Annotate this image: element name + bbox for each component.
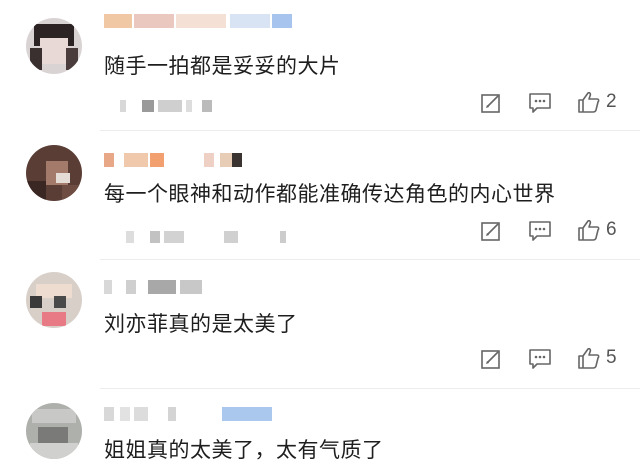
comment-text: 随手一拍都是妥妥的大片: [104, 54, 341, 78]
thumbs-up-icon: [577, 90, 601, 114]
like-count: 5: [606, 347, 617, 368]
comment-item: 随手一拍都是妥妥的大片 2: [0, 0, 640, 130]
reply-button[interactable]: [528, 92, 552, 114]
edit-icon: [480, 348, 502, 370]
like-count: 6: [606, 219, 617, 240]
edit-button[interactable]: [480, 220, 502, 242]
thumbs-up-icon: [577, 218, 601, 242]
like-button[interactable]: 2: [577, 90, 617, 114]
edit-icon: [480, 220, 502, 242]
comment-item: 刘亦菲真的是太美了 5: [0, 260, 640, 388]
edit-icon: [480, 92, 502, 114]
comment-item: 每一个眼神和动作都能准确传达角色的内心世界 6: [0, 131, 640, 259]
avatar[interactable]: [26, 18, 82, 74]
avatar[interactable]: [26, 272, 82, 328]
thumbs-up-icon: [577, 346, 601, 370]
comment-text: 姐姐真的太美了，太有气质了: [104, 438, 384, 462]
like-button[interactable]: 6: [577, 218, 617, 242]
comment-text: 刘亦菲真的是太美了: [104, 312, 298, 336]
edit-button[interactable]: [480, 92, 502, 114]
reply-button[interactable]: [528, 220, 552, 242]
comment-item: 姐姐真的太美了，太有气质了: [0, 389, 640, 468]
comment-icon: [528, 220, 552, 242]
like-count: 2: [606, 91, 617, 112]
edit-button[interactable]: [480, 348, 502, 370]
avatar[interactable]: [26, 403, 82, 459]
reply-button[interactable]: [528, 348, 552, 370]
comment-text: 每一个眼神和动作都能准确传达角色的内心世界: [104, 182, 556, 206]
like-button[interactable]: 5: [577, 346, 617, 370]
comment-icon: [528, 348, 552, 370]
comment-icon: [528, 92, 552, 114]
avatar[interactable]: [26, 145, 82, 201]
